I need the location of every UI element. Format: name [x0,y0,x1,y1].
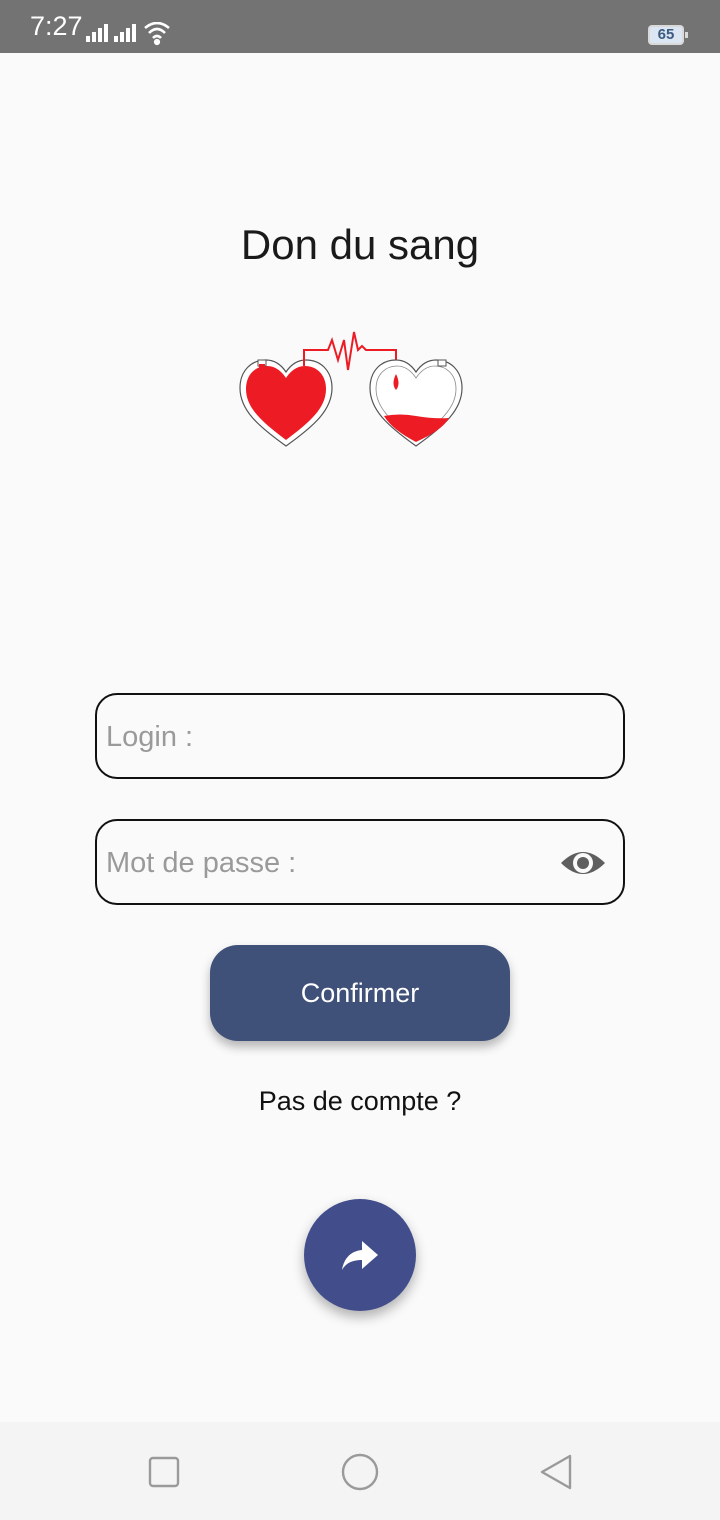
no-account-link[interactable]: Pas de compte ? [0,1084,720,1118]
confirm-button[interactable]: Confirmer [210,945,510,1041]
home-icon[interactable] [340,1452,380,1492]
battery-tip [685,32,688,38]
battery-level: 65 [657,26,675,43]
blood-donation-hearts-icon [239,331,463,447]
app-title: Don du sang [240,221,480,268]
password-field [95,819,625,905]
signal-icon [86,24,108,42]
status-bar: 7:27 65 [0,0,720,53]
password-input[interactable] [106,839,546,887]
share-fab-button[interactable] [304,1199,416,1311]
login-field [95,693,625,779]
status-icons [86,22,170,46]
back-icon[interactable] [536,1452,576,1492]
eye-icon[interactable] [559,843,607,883]
signal-icon [114,24,136,42]
battery-icon: 65 [648,25,684,45]
recent-apps-icon[interactable] [144,1452,184,1492]
wifi-icon [144,22,170,46]
login-input[interactable] [106,713,546,761]
status-time: 7:27 [30,11,83,41]
navigation-bar [0,1422,720,1520]
share-arrow-icon [342,1241,378,1270]
